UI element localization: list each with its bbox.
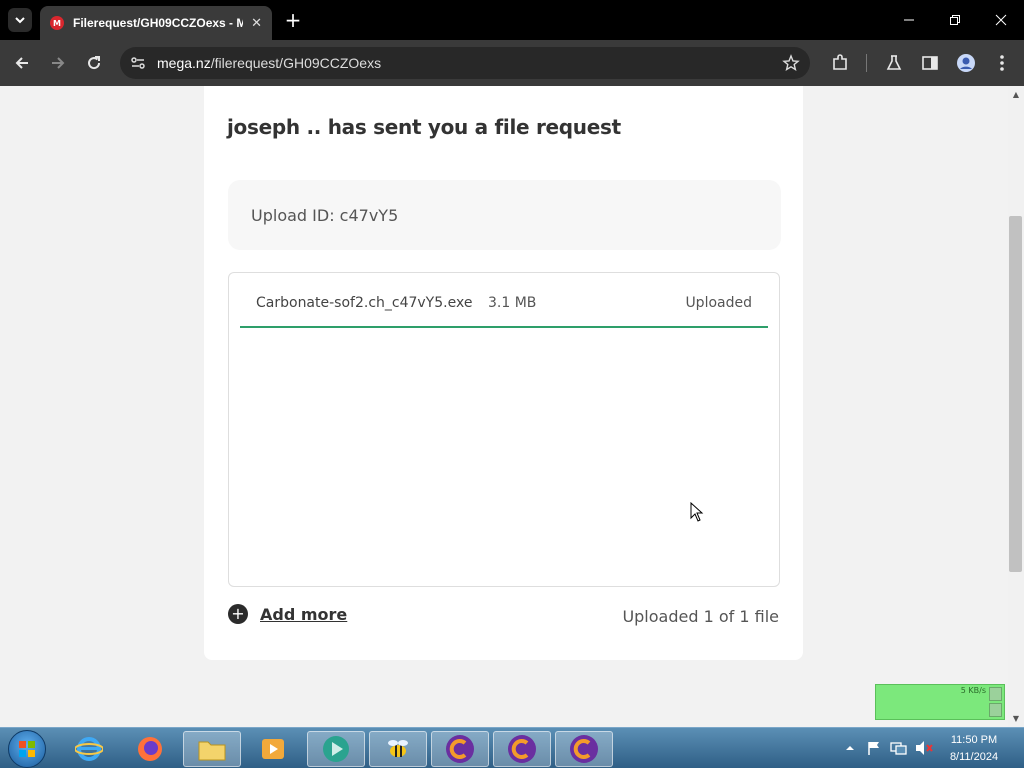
internet-explorer-icon — [75, 737, 103, 761]
url-text[interactable]: mega.nz/filerequest/GH09CCZOexs — [157, 55, 381, 71]
start-button[interactable] — [8, 730, 46, 768]
folder-icon — [198, 741, 226, 761]
minimize-icon — [904, 19, 914, 21]
bookmark-star-icon[interactable] — [782, 54, 800, 72]
plus-circle-icon: + — [228, 604, 248, 624]
network-speed-widget[interactable]: 5 KB/s — [875, 684, 1005, 720]
browser-menu-button[interactable] — [992, 53, 1012, 73]
add-more-button[interactable]: + Add more — [228, 604, 347, 624]
browser-tab[interactable]: M Filerequest/GH09CCZOexs - M ✕ — [40, 6, 272, 40]
page-title: joseph .. has sent you a file request — [227, 115, 621, 139]
file-status: Uploaded — [685, 295, 752, 311]
profile-button[interactable] — [956, 53, 976, 73]
taskbar-app-bee[interactable] — [369, 731, 427, 767]
taskbar: 11:50 PM 8/11/2024 — [0, 727, 1024, 768]
taskbar-carbonate-app-2[interactable] — [493, 731, 551, 767]
clock-date: 8/11/2024 — [949, 751, 999, 763]
page-viewport: joseph .. has sent you a file request Up… — [0, 86, 1024, 727]
extensions-button[interactable] — [830, 53, 850, 73]
flag-icon[interactable] — [866, 740, 882, 756]
file-row: Carbonate-sof2.ch_c47vY5.exe 3.1 MB Uplo… — [240, 273, 768, 328]
restore-button[interactable] — [932, 0, 978, 40]
close-icon — [995, 14, 1007, 26]
firefox-icon — [138, 737, 162, 761]
new-tab-button[interactable]: + — [282, 9, 304, 31]
file-size: 3.1 MB — [488, 295, 537, 311]
restore-icon — [950, 15, 960, 25]
puzzle-icon — [833, 54, 847, 70]
taskbar-firefox[interactable] — [121, 731, 179, 767]
mega-favicon-icon: M — [50, 16, 64, 30]
back-button[interactable] — [10, 51, 34, 75]
carbonate-c-icon — [508, 735, 536, 763]
chevron-down-icon — [15, 17, 25, 24]
forward-button[interactable] — [46, 51, 70, 75]
upload-count: Uploaded 1 of 1 file — [622, 607, 779, 626]
reload-icon — [88, 56, 101, 70]
file-name: Carbonate-sof2.ch_c47vY5.exe — [256, 295, 473, 311]
minimize-button[interactable] — [886, 0, 932, 40]
file-request-card: joseph .. has sent you a file request Up… — [204, 86, 803, 660]
taskbar-app-teal[interactable] — [307, 731, 365, 767]
teal-app-icon — [323, 736, 349, 762]
upload-id-text: Upload ID: c47vY5 — [251, 206, 399, 225]
address-bar[interactable]: mega.nz/filerequest/GH09CCZOexs — [120, 47, 810, 79]
taskbar-carbonate-app-1[interactable] — [431, 731, 489, 767]
taskbar-file-explorer[interactable] — [183, 731, 241, 767]
add-more-label: Add more — [260, 604, 348, 624]
url-path: /filerequest/GH09CCZOexs — [210, 55, 382, 71]
toolbar-divider — [866, 54, 867, 72]
speed-text: 5 KB/s — [960, 686, 986, 695]
media-player-icon — [262, 739, 284, 759]
taskbar-internet-explorer[interactable] — [60, 731, 118, 767]
close-window-button[interactable] — [978, 0, 1024, 40]
taskbar-media-player[interactable] — [244, 731, 302, 767]
clock-time: 11:50 PM — [950, 734, 998, 746]
bee-icon — [388, 740, 408, 757]
arrow-right-icon — [52, 57, 65, 69]
upload-id-box: Upload ID: c47vY5 — [228, 180, 781, 250]
tab-title: Filerequest/GH09CCZOexs - M — [73, 16, 244, 30]
speed-widget-down-icon[interactable] — [989, 703, 1002, 717]
tray-expand-icon[interactable] — [845, 743, 855, 753]
tab-strip: M Filerequest/GH09CCZOexs - M ✕ + — [0, 0, 1024, 40]
system-clock[interactable]: 11:50 PM 8/11/2024 — [946, 732, 1002, 766]
tab-close-icon[interactable]: ✕ — [251, 16, 262, 31]
network-icon[interactable] — [890, 740, 908, 756]
volume-muted-icon[interactable] — [914, 740, 934, 756]
arrow-left-icon — [15, 57, 28, 69]
url-host: mega.nz — [157, 55, 211, 71]
scroll-up-arrow-icon[interactable]: ▲ — [1008, 88, 1024, 102]
mouse-cursor-icon — [690, 502, 704, 522]
carbonate-c-icon — [570, 735, 598, 763]
labs-button[interactable] — [884, 53, 904, 73]
flask-icon — [886, 55, 902, 70]
side-panel-icon — [922, 56, 938, 70]
tab-search-button[interactable] — [8, 8, 32, 32]
file-list: Carbonate-sof2.ch_c47vY5.exe 3.1 MB Uplo… — [228, 272, 780, 587]
scroll-down-arrow-icon[interactable]: ▼ — [1008, 712, 1024, 726]
scrollbar-thumb[interactable] — [1009, 216, 1022, 572]
windows-logo-icon — [19, 741, 35, 757]
side-panel-button[interactable] — [920, 53, 940, 73]
speed-widget-up-icon[interactable] — [989, 687, 1002, 701]
more-vertical-icon — [1000, 55, 1004, 71]
taskbar-carbonate-app-3[interactable] — [555, 731, 613, 767]
avatar-icon — [957, 54, 975, 72]
carbonate-c-icon — [446, 735, 474, 763]
site-info-icon[interactable] — [129, 54, 147, 72]
reload-button[interactable] — [82, 51, 106, 75]
